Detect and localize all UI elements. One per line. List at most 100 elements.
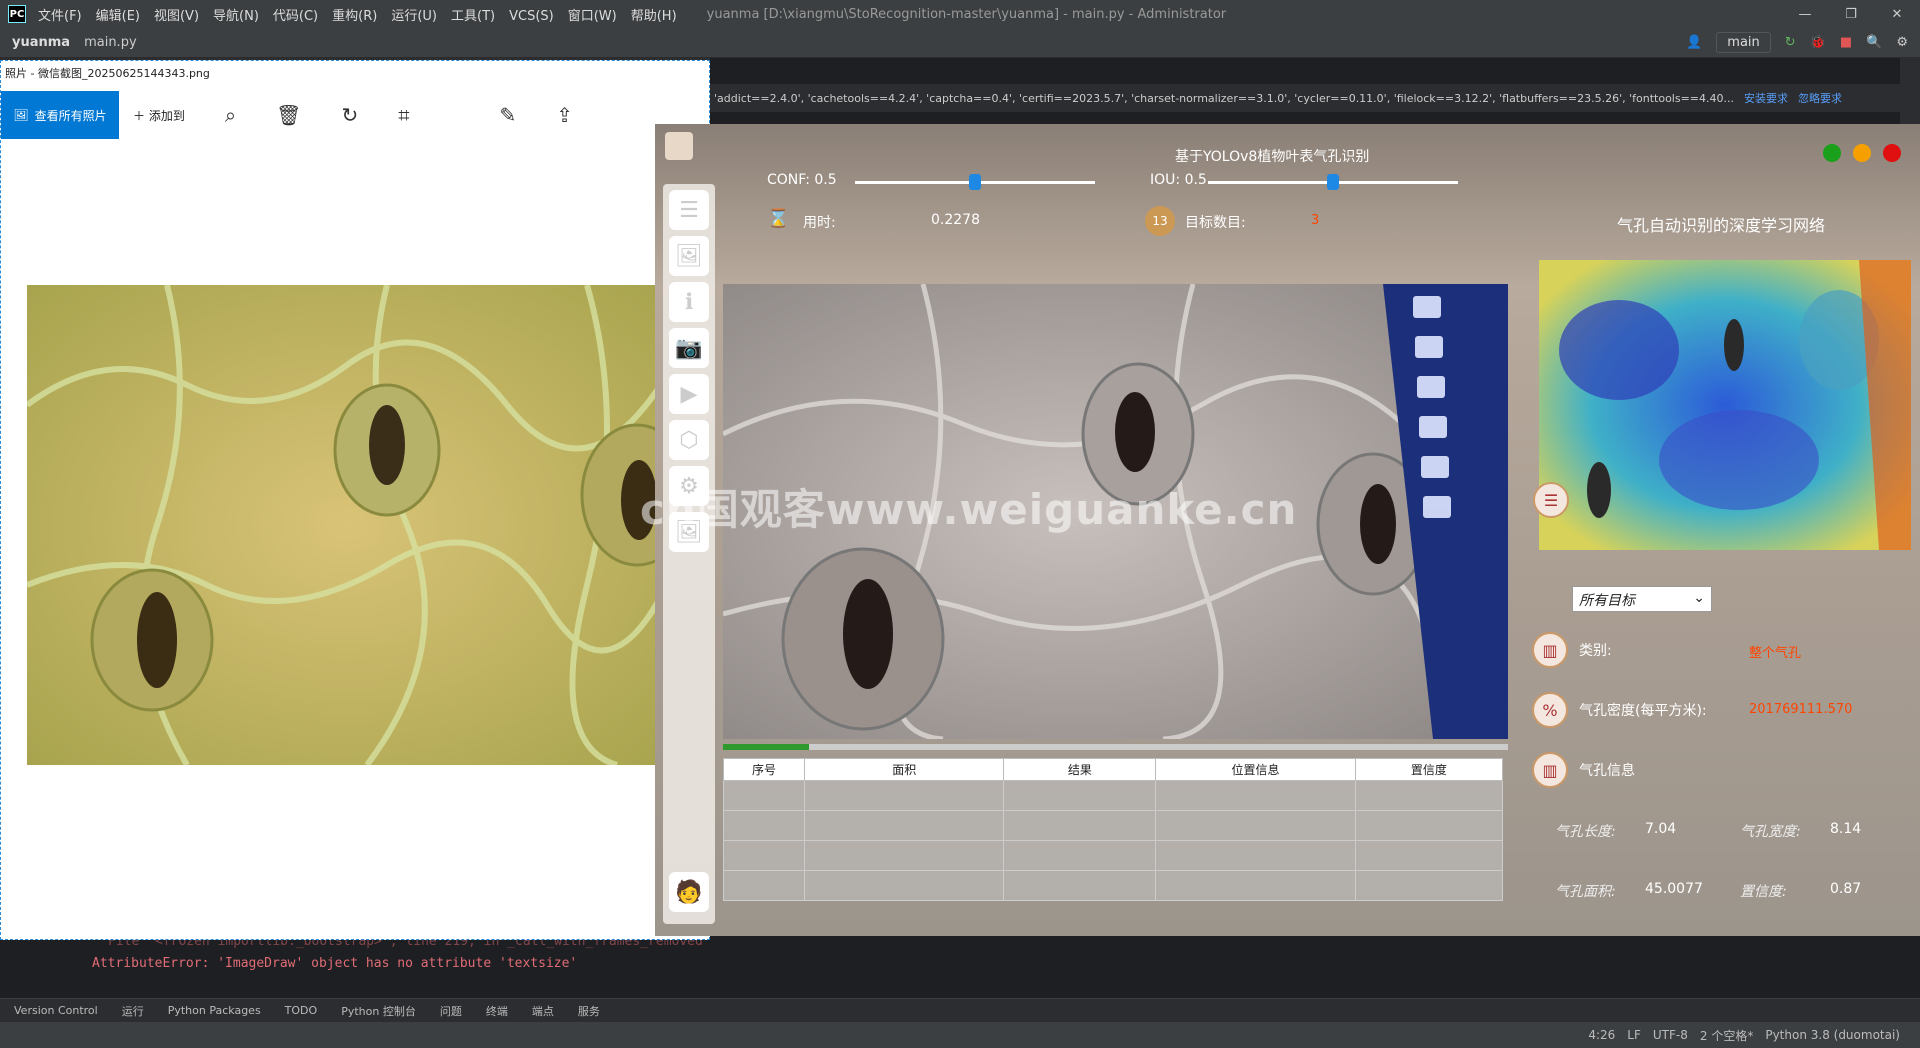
view-all-label: 查看所有照片 [34, 108, 107, 123]
menu-item-4[interactable]: 代码(C) [273, 9, 318, 24]
window-title: yuanma [D:\xiangmu\StoRecognition-master… [706, 6, 1227, 22]
table-row[interactable] [722, 870, 1504, 901]
menu-icon[interactable]: ☰ [669, 190, 709, 230]
minimize-dot-icon[interactable] [1853, 144, 1871, 162]
table-row[interactable] [722, 810, 1504, 841]
menu-item-10[interactable]: 帮助(H) [631, 9, 677, 24]
progress-bar [723, 744, 1508, 750]
add-to-button[interactable]: ＋ 添加到 [133, 107, 185, 124]
tool-tab-1[interactable]: 运行 [122, 1003, 144, 1019]
conf-label: CONF: 0.5 [767, 172, 837, 188]
table-row[interactable] [722, 780, 1504, 811]
table-header-2[interactable]: 结果 [1003, 758, 1157, 781]
rerun-icon[interactable]: ↻ [1785, 35, 1796, 50]
menu-item-7[interactable]: 工具(T) [451, 9, 495, 24]
install-requirements-link[interactable]: 安装要求 [1744, 90, 1788, 106]
table-header-3[interactable]: 位置信息 [1155, 758, 1356, 781]
confidence-value: 0.87 [1830, 881, 1862, 897]
info-icon[interactable]: ℹ [669, 282, 709, 322]
menu-item-2[interactable]: 视图(V) [154, 9, 199, 24]
video-icon[interactable]: ▶ [669, 374, 709, 414]
crop-icon[interactable]: ⌗ [398, 103, 409, 127]
tool-tab-8[interactable]: 服务 [578, 1003, 600, 1019]
table-header-0[interactable]: 序号 [722, 758, 806, 781]
user-icon[interactable]: 👤 [1686, 35, 1702, 50]
status-item-0[interactable]: 4:26 [1588, 1028, 1615, 1042]
minimize-icon[interactable]: — [1782, 7, 1828, 22]
close-dot-icon[interactable] [1883, 144, 1901, 162]
confidence-label: 置信度: [1740, 884, 1787, 900]
model-icon[interactable]: ⬡ [669, 420, 709, 460]
tool-tab-2[interactable]: Python Packages [168, 1004, 261, 1017]
menu-item-3[interactable]: 导航(N) [213, 9, 259, 24]
avatar[interactable]: 🧑 [669, 872, 709, 912]
share-icon[interactable]: ⇪ [556, 103, 573, 127]
stop-icon[interactable]: ■ [1840, 35, 1852, 50]
menu-item-1[interactable]: 编辑(E) [96, 9, 140, 24]
close-icon[interactable]: ✕ [1874, 7, 1920, 22]
rotate-icon[interactable]: ↻ [341, 103, 358, 127]
class-value: 整个气孔 [1749, 646, 1802, 661]
iou-label: IOU: 0.5 [1150, 172, 1207, 188]
menu-item-6[interactable]: 运行(U) [391, 9, 437, 24]
table-cell [1354, 840, 1504, 871]
table-cell [1003, 840, 1157, 871]
maximize-dot-icon[interactable] [1823, 144, 1841, 162]
tool-tab-5[interactable]: 问题 [440, 1003, 462, 1019]
run-config-select[interactable]: main [1716, 32, 1771, 53]
menu-item-8[interactable]: VCS(S) [509, 9, 554, 24]
status-item-4[interactable]: Python 3.8 (duomotai) [1765, 1028, 1900, 1042]
gallery-icon: 🖼 [13, 108, 29, 122]
breadcrumb-project[interactable]: yuanma [12, 35, 70, 50]
requirements-warning-bar: 'addict==2.4.0', 'cachetools==4.2.4', 'c… [710, 84, 1900, 112]
table-body [722, 780, 1504, 901]
debug-icon[interactable]: 🐞 [1810, 35, 1826, 50]
restore-icon[interactable]: ❐ [1828, 7, 1874, 22]
camera-icon[interactable]: 📷 [669, 328, 709, 368]
menu-item-0[interactable]: 文件(F) [38, 9, 82, 24]
table-header-4[interactable]: 置信度 [1354, 758, 1504, 781]
ide-toolbar: yuanma main.py 👤 main ↻ 🐞 ■ 🔍 ⚙ [0, 28, 1920, 58]
gear-icon[interactable]: ⚙ [1896, 35, 1908, 50]
table-cell [804, 840, 1005, 871]
status-item-3[interactable]: 2 个空格* [1700, 1027, 1753, 1044]
conf-slider-handle[interactable] [969, 174, 981, 190]
tool-tab-0[interactable]: Version Control [14, 1004, 98, 1017]
photos-toolbar: 🖼 查看所有照片 ＋ 添加到 ⌕ 🗑 ↻ ⌗ ✎ ⇪ [1, 91, 709, 139]
time-label: 用时: [803, 215, 836, 231]
view-all-photos-button[interactable]: 🖼 查看所有照片 [1, 91, 119, 139]
app-sidebar: ☰ 🖼 ℹ 📷 ▶ ⬡ ⚙ 🖼 🧑 [663, 184, 715, 924]
delete-icon[interactable]: 🗑 [276, 103, 301, 127]
status-item-2[interactable]: UTF-8 [1653, 1028, 1688, 1042]
table-cell [1155, 780, 1356, 811]
edit-icon[interactable]: ✎ [499, 103, 516, 127]
status-item-1[interactable]: LF [1627, 1028, 1641, 1042]
table-header-1[interactable]: 面积 [804, 758, 1005, 781]
status-bar: 4:26 LF UTF-8 2 个空格* Python 3.8 (duomotai) [0, 1022, 1920, 1048]
search-icon[interactable]: 🔍 [1866, 35, 1882, 50]
right-panel-title: 气孔自动识别的深度学习网络 [1617, 216, 1826, 235]
hourglass-icon: ⌛ [767, 208, 790, 229]
run-error-line: AttributeError: 'ImageDraw' object has n… [92, 956, 578, 971]
tool-window-tabs: Version Control 运行 Python Packages TODO Pyth… [0, 998, 1920, 1022]
ignore-requirements-link[interactable]: 忽略要求 [1798, 90, 1842, 106]
zoom-icon[interactable]: ⌕ [225, 103, 236, 127]
tool-tab-6[interactable]: 终端 [486, 1003, 508, 1019]
iou-slider-handle[interactable] [1327, 174, 1339, 190]
list-icon[interactable]: ☰ [1533, 482, 1569, 518]
target-select[interactable]: 所有目标 ⌄ [1572, 586, 1712, 612]
table-cell [722, 840, 806, 871]
area-label: 气孔面积: [1555, 884, 1616, 900]
tool-tab-3[interactable]: TODO [285, 1004, 318, 1017]
menu-item-5[interactable]: 重构(R) [332, 9, 377, 24]
width-value: 8.14 [1830, 821, 1862, 837]
table-cell [804, 780, 1005, 811]
ide-menu: 文件(F) 编辑(E) 视图(V) 导航(N) 代码(C) 重构(R) 运行(U) 工具(T)… [38, 5, 691, 24]
table-cell [1155, 840, 1356, 871]
image-icon[interactable]: 🖼 [669, 236, 709, 276]
table-row[interactable] [722, 840, 1504, 871]
tool-tab-7[interactable]: 端点 [532, 1003, 554, 1019]
menu-item-9[interactable]: 窗口(W) [568, 9, 617, 24]
tool-tab-4[interactable]: Python 控制台 [341, 1003, 416, 1019]
breadcrumb-file[interactable]: main.py [84, 35, 137, 50]
